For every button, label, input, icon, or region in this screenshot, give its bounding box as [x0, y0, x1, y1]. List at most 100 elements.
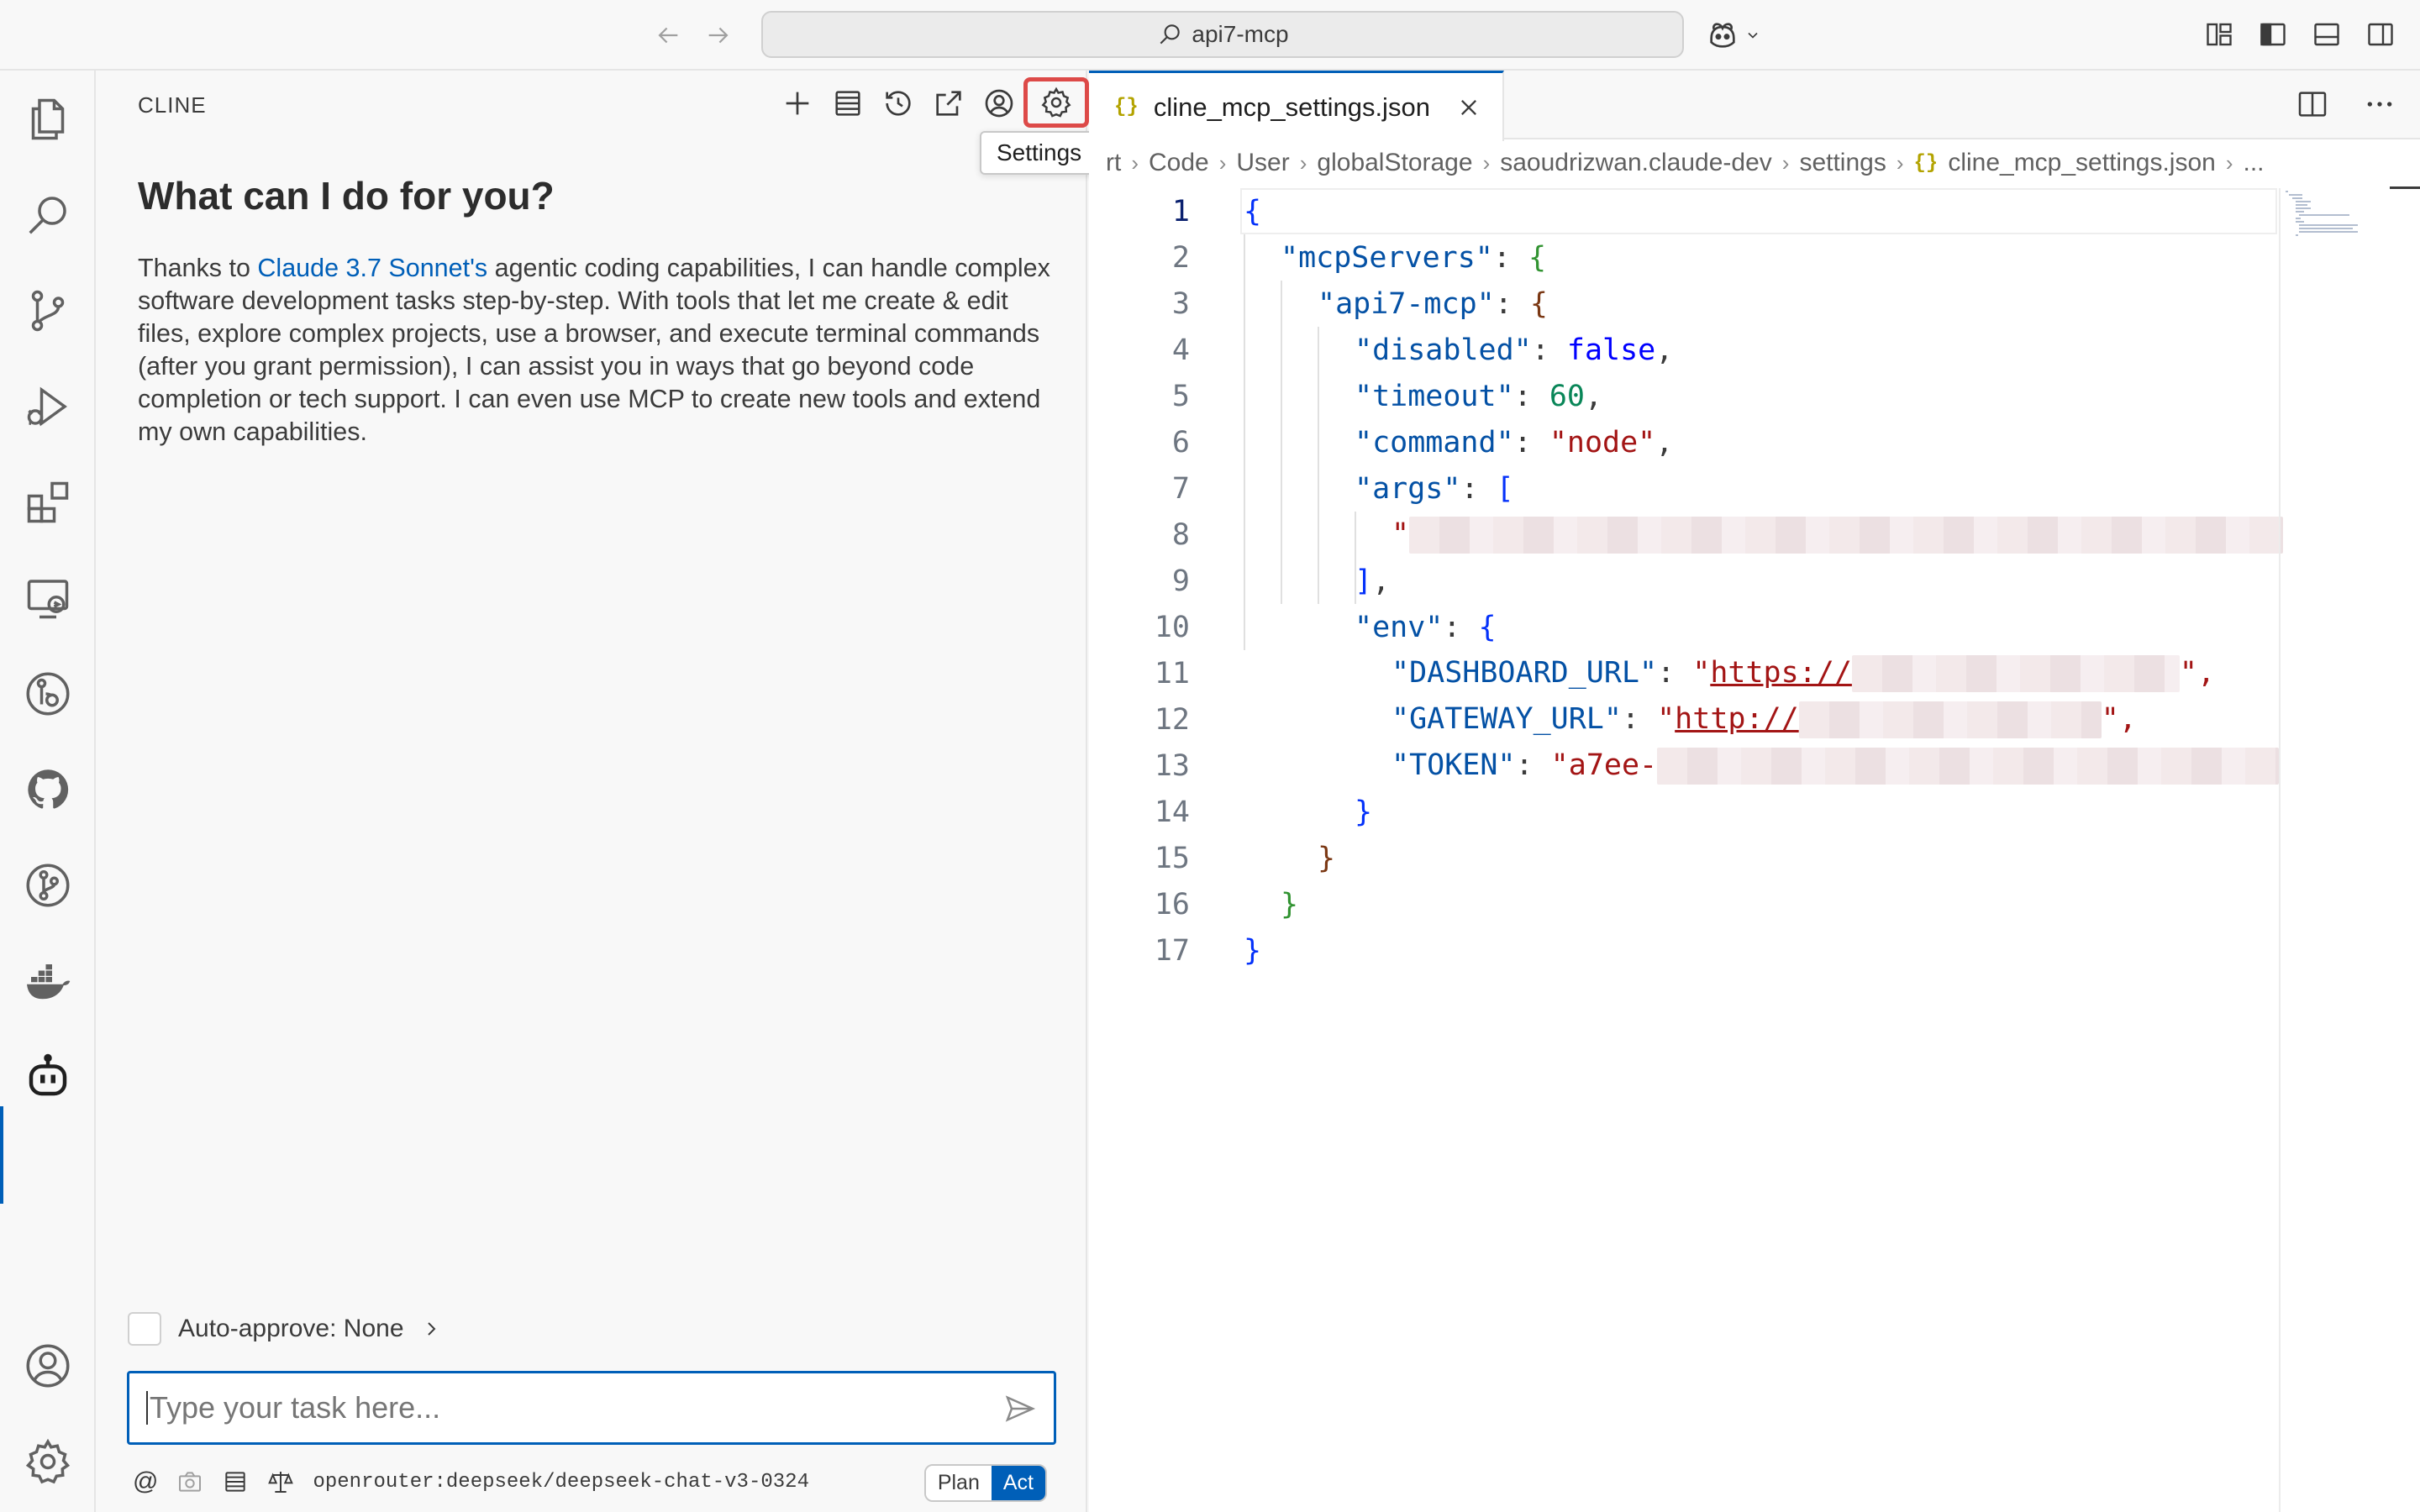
line-number: 16 [1154, 887, 1190, 921]
manage-gear-icon[interactable] [21, 1435, 75, 1488]
cline-toolbar [780, 77, 1089, 128]
breadcrumb-item[interactable]: Code [1149, 149, 1209, 177]
gitlens-icon[interactable] [21, 667, 75, 721]
scale-icon[interactable] [267, 1468, 294, 1495]
git-graph-icon[interactable] [21, 858, 75, 912]
line-number: 4 [1171, 333, 1190, 367]
breadcrumb-item[interactable]: saoudrizwan.claude-dev [1500, 149, 1772, 177]
popout-button[interactable] [931, 86, 966, 121]
account-button[interactable] [981, 86, 1017, 121]
code-line: 17 } [1089, 927, 2277, 974]
history-button[interactable] [881, 86, 916, 121]
camera-icon[interactable] [176, 1468, 203, 1495]
code-line: 3 "api7-mcp": { [1089, 281, 2277, 327]
code-text: ], [1355, 564, 1391, 598]
cline-panel: CLINE Settings What can I do for you? Th… [97, 71, 1227, 1512]
toggle-primary-sidebar-icon[interactable] [2257, 18, 2289, 50]
panel-title: CLINE [138, 92, 207, 118]
breadcrumb-item[interactable]: settings [1799, 149, 1886, 177]
breadcrumb-item[interactable]: ... [2244, 149, 2265, 177]
send-icon[interactable] [1003, 1392, 1037, 1425]
copilot-menu[interactable] [1706, 17, 1773, 54]
forward-arrow-icon[interactable] [702, 18, 735, 52]
json-file-icon: {} [1913, 151, 1939, 175]
plan-mode-option[interactable]: Plan [925, 1466, 992, 1500]
breadcrumb-item[interactable]: globalStorage [1317, 149, 1472, 177]
welcome-heading: What can I do for you? [138, 174, 555, 218]
line-number: 2 [1171, 240, 1190, 275]
code-text: "api7-mcp": { [1318, 286, 1548, 321]
minimap[interactable] [2284, 190, 2402, 240]
active-view-indicator [0, 1106, 3, 1204]
text-caret [146, 1391, 148, 1425]
run-debug-icon[interactable] [21, 380, 75, 433]
source-control-icon[interactable] [21, 284, 75, 338]
act-mode-option[interactable]: Act [991, 1466, 1045, 1500]
code-line: 7 "args": [ [1089, 465, 2277, 512]
back-arrow-icon[interactable] [651, 18, 685, 52]
close-icon[interactable] [1457, 96, 1481, 119]
explorer-icon[interactable] [21, 92, 75, 146]
account-icon [985, 89, 1013, 118]
search-icon[interactable] [21, 188, 75, 242]
model-link[interactable]: Claude 3.7 Sonnet's [257, 254, 487, 282]
github-icon[interactable] [21, 763, 75, 816]
line-number: 14 [1154, 795, 1190, 829]
cline-icon[interactable] [21, 1050, 75, 1104]
remote-explorer-icon[interactable] [21, 571, 75, 625]
toggle-secondary-sidebar-icon[interactable] [2365, 18, 2396, 50]
split-editor-icon[interactable] [2296, 87, 2329, 121]
code-line: 9 ], [1089, 558, 2277, 604]
history-icon [886, 91, 911, 116]
line-number: 11 [1154, 656, 1190, 690]
server-icon[interactable] [222, 1468, 249, 1495]
input-toolbar: @ openrouter:deepseek/deepseek-chat-v3-0… [133, 1461, 1057, 1503]
more-actions-icon[interactable] [2363, 87, 2396, 121]
auto-approve-toggle[interactable]: Auto-approve: None [128, 1312, 441, 1346]
code-text: } [1244, 933, 1262, 968]
code-line: 5 "timeout": 60, [1089, 373, 2277, 419]
breadcrumb-item[interactable]: rt [1106, 149, 1121, 177]
code-text: " [1392, 516, 2284, 554]
plan-act-toggle[interactable]: Plan Act [923, 1464, 1047, 1502]
code-line: 14 } [1089, 789, 2277, 835]
redacted-value [1409, 516, 2284, 554]
code-line: 8 " [1089, 512, 2284, 558]
toggle-panel-icon[interactable] [2311, 18, 2343, 50]
line-number: 15 [1154, 841, 1190, 875]
breadcrumb-item[interactable]: User [1236, 149, 1289, 177]
title-bar: api7-mcp [0, 0, 2420, 71]
tab-label: cline_mcp_settings.json [1153, 92, 1430, 122]
tab-cline-mcp-settings[interactable]: {} cline_mcp_settings.json [1089, 71, 1504, 141]
command-center-search[interactable]: api7-mcp [761, 11, 1684, 58]
auto-approve-checkbox[interactable] [128, 1312, 161, 1346]
chevron-down-icon [1748, 32, 1758, 39]
code-text: { [1244, 194, 1262, 228]
scrollbar-thumb[interactable] [2390, 186, 2420, 189]
docker-icon[interactable] [21, 954, 75, 1008]
code-line: 4 "disabled": false, [1089, 327, 2277, 373]
activity-bar [0, 71, 96, 1512]
code-line: 1 { [1089, 188, 2277, 234]
settings-button[interactable] [1023, 77, 1089, 128]
code-text: "command": "node", [1355, 425, 1674, 459]
code-editor[interactable]: 1 { 2 "mcpServers": { 3 "api7-mcp": { 4 … [1089, 188, 2284, 1499]
mention-button[interactable]: @ [133, 1467, 158, 1496]
extensions-icon[interactable] [21, 475, 75, 529]
customize-layout-icon[interactable] [2203, 18, 2235, 50]
line-number: 13 [1154, 748, 1190, 783]
plus-icon [786, 92, 809, 115]
code-text: } [1318, 841, 1336, 875]
line-number: 12 [1154, 702, 1190, 737]
task-input[interactable]: Type your task here... [127, 1371, 1056, 1445]
minimap-divider [2279, 188, 2281, 1512]
mcp-servers-button[interactable] [830, 86, 865, 121]
model-selector[interactable]: openrouter:deepseek/deepseek-chat-v3-032… [313, 1471, 809, 1494]
account-icon[interactable] [21, 1339, 75, 1393]
editor-area: {} cline_mcp_settings.json rt › Code › Use… [1089, 71, 2420, 1512]
new-task-button[interactable] [780, 86, 815, 121]
breadcrumb-item[interactable]: cline_mcp_settings.json [1948, 149, 2216, 177]
breadcrumb: rt › Code › User › globalStorage › saoudrizw… [1106, 149, 2265, 177]
code-line: 2 "mcpServers": { [1089, 234, 2277, 281]
code-text: "GATEWAY_URL": "http://", [1392, 701, 2137, 738]
